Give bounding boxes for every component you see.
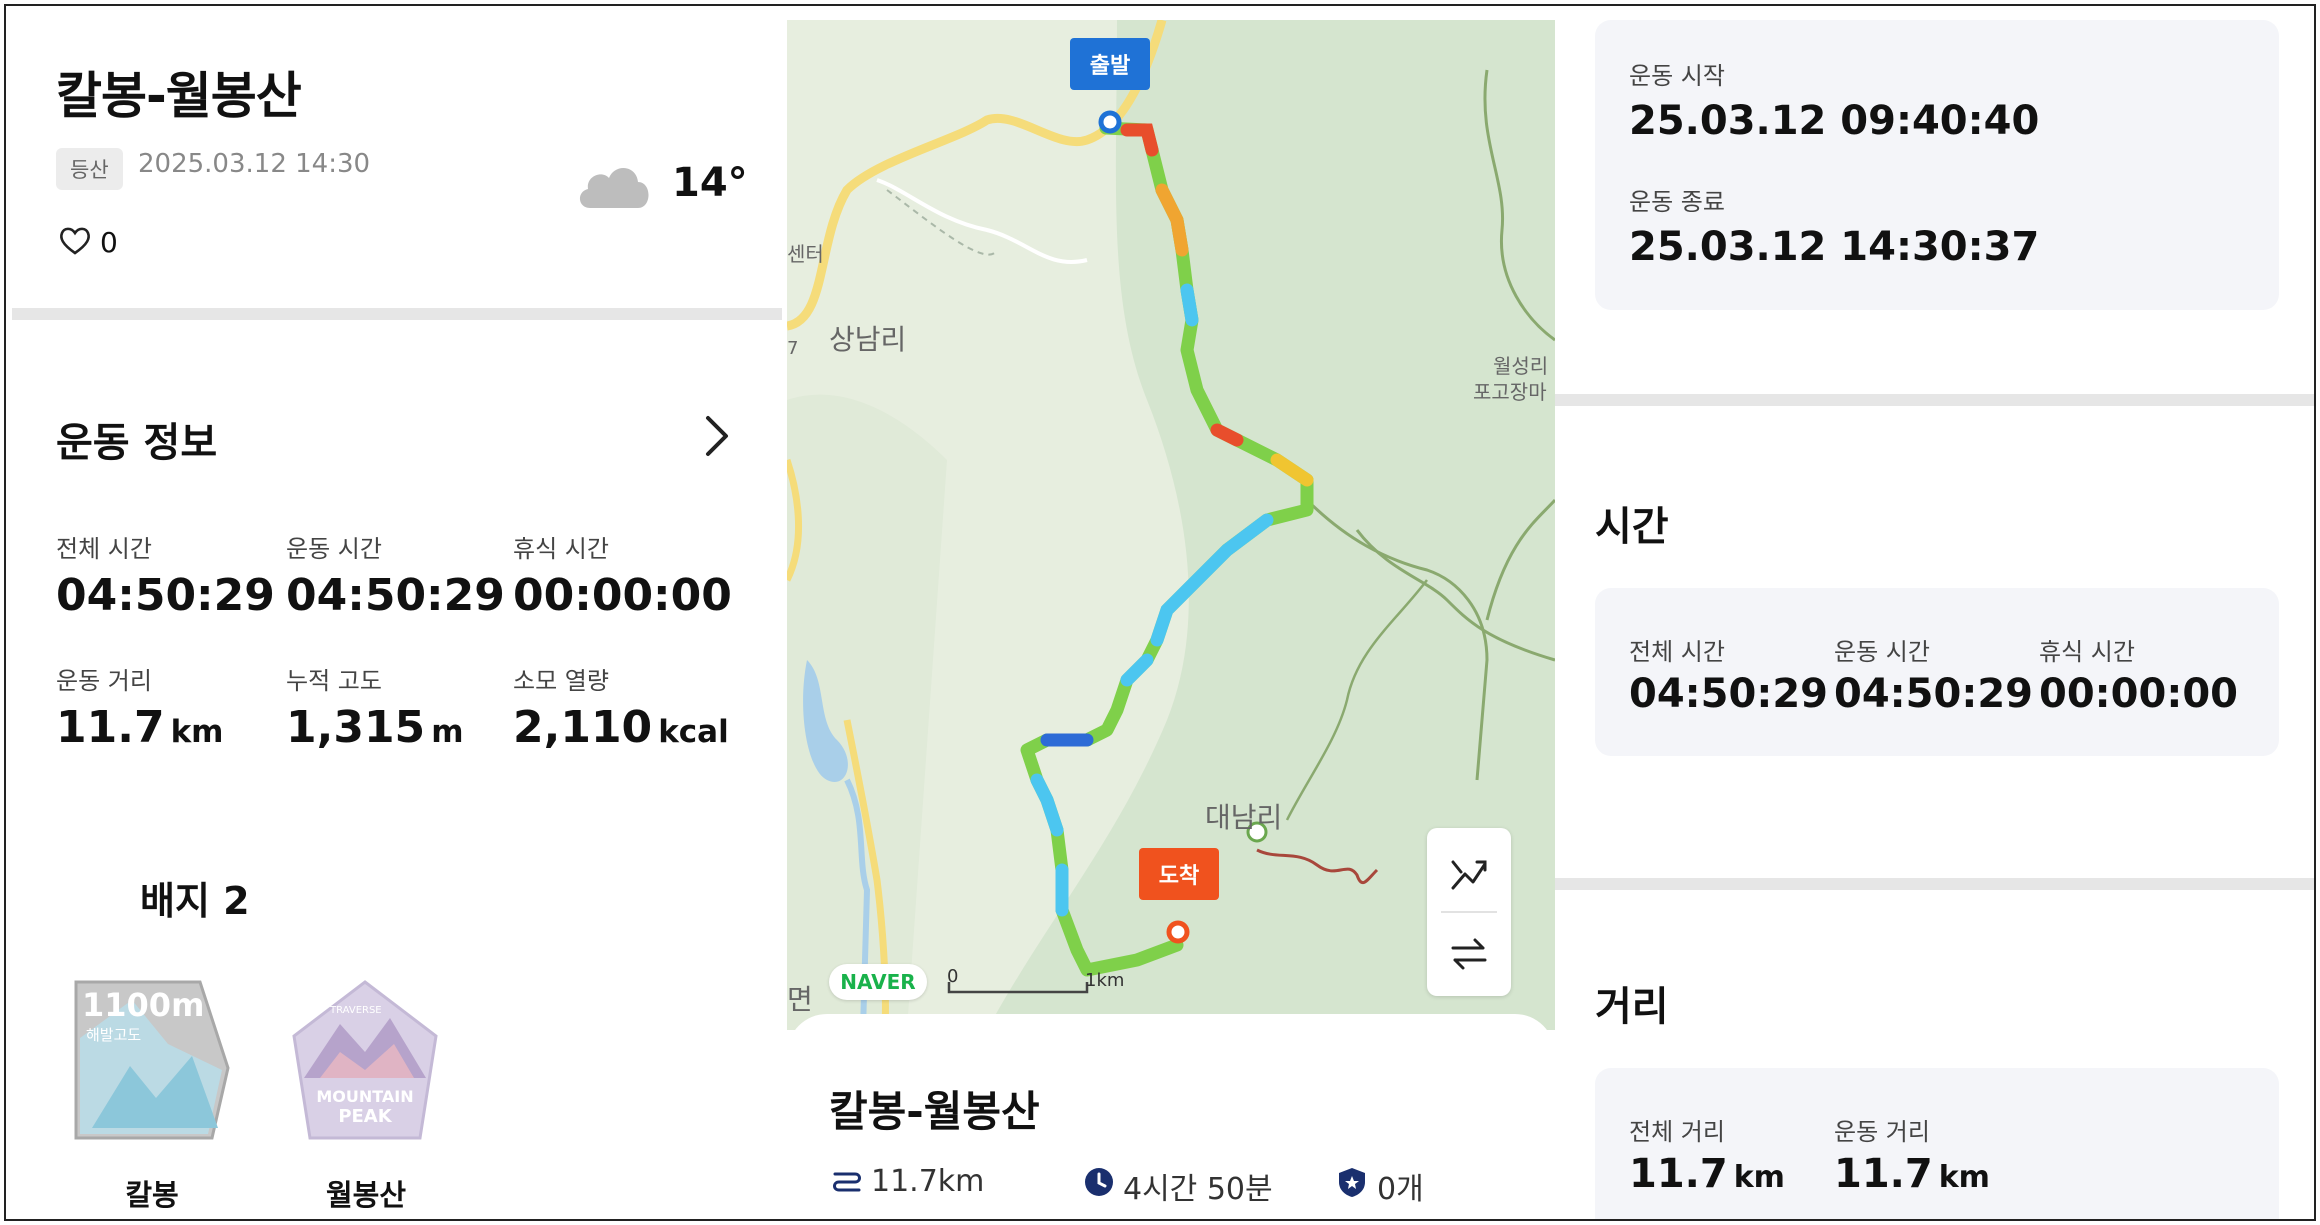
stat-distance: 운동 거리 11.7 km [56, 661, 223, 753]
distance-stat-moving: 운동 거리 11.7 km [1834, 1112, 1990, 1197]
distance-stat-total: 전체 거리 11.7 km [1629, 1112, 1785, 1197]
route-distance-icon [833, 1172, 861, 1192]
scale-end-label: 1km [1085, 970, 1125, 991]
section-divider [1555, 878, 2314, 890]
place-label: 센터 [787, 242, 824, 266]
stat-value: 11.7 [1834, 1151, 1933, 1197]
activity-type-tag: 등산 [56, 148, 123, 190]
end-point-marker[interactable] [1166, 920, 1190, 944]
stat-label: 소모 열량 [513, 667, 609, 695]
start-time-value: 25.03.12 09:40:40 [1629, 98, 2040, 144]
stat-rest-time: 휴식 시간 00:00:00 [513, 529, 732, 621]
stat-moving-time: 운동 시간 04:50:29 [286, 529, 505, 621]
badge-1100m-emblem[interactable]: 1100m 해발고도 [72, 978, 232, 1142]
stat-label: 운동 시간 [1834, 638, 1930, 666]
badge-emblem-text: 1100m [82, 986, 204, 1024]
cloud-icon [579, 167, 649, 208]
stat-value: 1,315 [286, 702, 426, 753]
temperature: 14° [672, 160, 748, 206]
stat-calories: 소모 열량 2,110 kcal [513, 661, 729, 753]
route-duration: 4시간 50분 [1123, 1172, 1273, 1207]
naver-logo: NAVER [829, 964, 927, 1000]
stat-unit: m [431, 714, 464, 750]
badge-label: 칼봉 [125, 1178, 179, 1212]
badge-shield-icon [1339, 1168, 1365, 1197]
time-stat-rest: 휴식 시간 00:00:00 [2039, 632, 2238, 717]
distance-section-title: 거리 [1595, 984, 1669, 1030]
place-label: 포고장마 [1473, 380, 1547, 404]
place-label: 월성리 [1493, 354, 1549, 378]
route-summary-card: 칼봉-월봉산 11.7km 4시간 50분 0개 [787, 1014, 1555, 1219]
badge-mountain-peak-emblem[interactable]: TRAVERSE MOUNTAIN PEAK [290, 978, 440, 1142]
map-controls [1427, 828, 1511, 996]
badges-section-title: 배지 2 [140, 879, 250, 923]
stat-label: 누적 고도 [286, 667, 382, 695]
stat-label: 전체 시간 [1629, 638, 1725, 666]
heart-icon[interactable] [58, 224, 92, 258]
workout-section-title: 운동 정보 [56, 420, 218, 466]
activity-date: 2025.03.12 14:30 [138, 149, 371, 179]
like-count: 0 [100, 226, 118, 259]
stat-label: 휴식 시간 [513, 535, 609, 563]
stat-value: 04:50:29 [56, 570, 275, 621]
stat-label: 전체 시간 [56, 535, 152, 563]
stat-value: 11.7 [1629, 1151, 1728, 1197]
route-map[interactable]: 출발 도착 상남리 대남리 월성리 포고장마 센터 면 7 NAVER 0 1k… [787, 20, 1555, 1030]
end-time-value: 25.03.12 14:30:37 [1629, 224, 2040, 270]
chevron-right-icon[interactable] [696, 410, 736, 462]
stat-elevation: 누적 고도 1,315 m [286, 661, 464, 753]
stat-label: 운동 거리 [56, 667, 152, 695]
time-stat-moving: 운동 시간 04:50:29 [1834, 632, 2033, 717]
badge-emblem-text: MOUNTAIN [316, 1087, 413, 1106]
stat-value: 00:00:00 [2039, 671, 2238, 717]
start-end-card: 운동 시작 25.03.12 09:40:40 운동 종료 25.03.12 1… [1595, 20, 2279, 310]
activity-summary-panel: 칼봉-월봉산 등산 2025.03.12 14:30 14° 0 운동 정보 전… [6, 6, 782, 1219]
stat-unit: km [170, 714, 224, 750]
app-frame: 칼봉-월봉산 등산 2025.03.12 14:30 14° 0 운동 정보 전… [4, 4, 2316, 1221]
stat-value: 04:50:29 [1834, 671, 2033, 717]
stat-label: 전체 거리 [1629, 1118, 1725, 1146]
elevation-graph-icon[interactable] [1449, 854, 1489, 894]
stat-value: 04:50:29 [1629, 671, 1828, 717]
section-divider [12, 308, 782, 320]
time-stats-card: 전체 시간 04:50:29 운동 시간 04:50:29 휴식 시간 00:0… [1595, 588, 2279, 756]
badge-emblem-subtext: PEAK [338, 1106, 392, 1127]
end-time-label: 운동 종료 [1629, 188, 1725, 216]
place-label: 대남리 [1205, 801, 1283, 834]
route-title: 칼봉-월봉산 [829, 1087, 1040, 1136]
stat-unit: kcal [658, 714, 729, 750]
stat-label: 운동 시간 [286, 535, 382, 563]
activity-detail-panel: 운동 시작 25.03.12 09:40:40 운동 종료 25.03.12 1… [1555, 6, 2314, 1219]
distance-stats-card: 전체 거리 11.7 km 운동 거리 11.7 km [1595, 1068, 2279, 1219]
badge-emblem-subtext: 해발고도 [86, 1026, 141, 1044]
stat-total-time: 전체 시간 04:50:29 [56, 529, 275, 621]
start-time-label: 운동 시작 [1629, 62, 1725, 90]
control-divider [1441, 911, 1497, 913]
route-badge-count: 0개 [1377, 1172, 1424, 1207]
stat-value: 04:50:29 [286, 570, 505, 621]
activity-title: 칼봉-월봉산 [56, 67, 302, 125]
stat-unit: km [1938, 1160, 1990, 1195]
stat-label: 운동 거리 [1834, 1118, 1930, 1146]
place-label: 면 [787, 983, 813, 1016]
scale-start-label: 0 [947, 966, 959, 987]
time-stat-total: 전체 시간 04:50:29 [1629, 632, 1828, 717]
stat-value: 11.7 [56, 702, 165, 753]
clock-icon [1085, 1168, 1113, 1196]
route-distance: 11.7km [871, 1164, 985, 1199]
end-marker-label[interactable]: 도착 [1139, 848, 1219, 900]
start-point-marker[interactable] [1098, 110, 1122, 134]
stat-unit: km [1733, 1160, 1785, 1195]
time-section-title: 시간 [1595, 504, 1669, 550]
swap-direction-icon[interactable] [1449, 934, 1489, 974]
place-label: 상남리 [829, 323, 907, 356]
badge-label: 월봉산 [325, 1178, 407, 1212]
stat-label: 휴식 시간 [2039, 638, 2135, 666]
start-marker-label[interactable]: 출발 [1070, 38, 1150, 90]
badge-emblem-arc-text: TRAVERSE [329, 1005, 382, 1016]
stat-value: 00:00:00 [513, 570, 732, 621]
stat-value: 2,110 [513, 702, 653, 753]
section-divider [1555, 394, 2314, 406]
place-label: 7 [787, 338, 799, 359]
